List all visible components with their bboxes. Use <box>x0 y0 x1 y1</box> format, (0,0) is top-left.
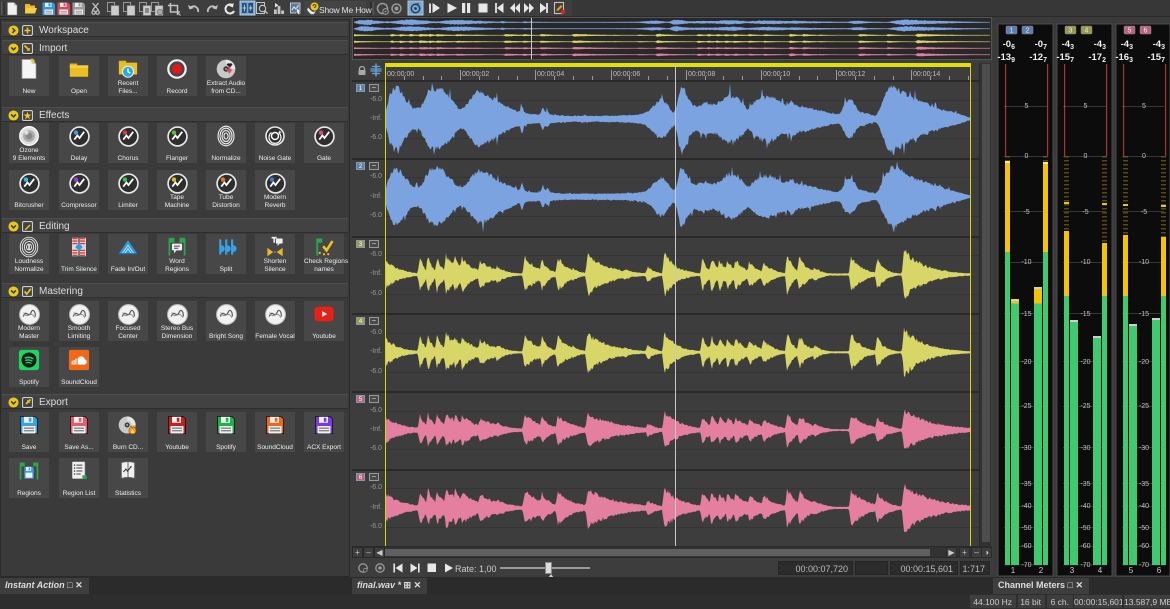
svg-text:-43: -43 <box>1153 39 1165 51</box>
svg-text:-20: -20 <box>1080 359 1090 366</box>
svg-text:5: 5 <box>1129 566 1134 575</box>
svg-text:-25: -25 <box>1080 403 1090 410</box>
svg-text:-5: -5 <box>1023 209 1029 216</box>
svg-text:-5: -5 <box>1141 209 1147 216</box>
svg-text:-35: -35 <box>1139 481 1149 488</box>
svg-text:-40: -40 <box>1080 503 1090 510</box>
svg-text:-25: -25 <box>1139 403 1149 410</box>
svg-text:-30: -30 <box>1139 445 1149 452</box>
svg-text:-60: -60 <box>1139 543 1149 550</box>
svg-text:6: 6 <box>1144 28 1148 35</box>
svg-text:-70: -70 <box>1080 562 1090 569</box>
svg-text:-10: -10 <box>1139 259 1149 266</box>
svg-text:5: 5 <box>1025 103 1029 110</box>
svg-text:0: 0 <box>1025 153 1029 160</box>
svg-text:6: 6 <box>1157 566 1162 575</box>
svg-text:1: 1 <box>1010 28 1014 35</box>
svg-text:-35: -35 <box>1021 481 1031 488</box>
svg-text:-60: -60 <box>1080 543 1090 550</box>
svg-text:-06: -06 <box>1003 39 1015 51</box>
svg-text:2: 2 <box>1039 566 1044 575</box>
svg-text:-15: -15 <box>1080 311 1090 318</box>
svg-text:-20: -20 <box>1021 359 1031 366</box>
svg-text:-172: -172 <box>1088 52 1106 64</box>
svg-text:3: 3 <box>1069 28 1073 35</box>
svg-text:5: 5 <box>1084 103 1088 110</box>
svg-text:5: 5 <box>1142 103 1146 110</box>
svg-text:1: 1 <box>1011 566 1016 575</box>
svg-text:-50: -50 <box>1080 525 1090 532</box>
svg-text:5: 5 <box>1128 28 1132 35</box>
svg-text:-70: -70 <box>1021 562 1031 569</box>
svg-text:-43: -43 <box>1062 39 1074 51</box>
svg-text:-40: -40 <box>1021 503 1031 510</box>
svg-text:-15: -15 <box>1021 311 1031 318</box>
svg-text:-25: -25 <box>1021 403 1031 410</box>
svg-text:-30: -30 <box>1021 445 1031 452</box>
svg-text:4: 4 <box>1098 566 1103 575</box>
svg-text:4: 4 <box>1085 28 1089 35</box>
svg-text:-10: -10 <box>1021 259 1031 266</box>
svg-text:-40: -40 <box>1139 503 1149 510</box>
svg-text:-10: -10 <box>1080 259 1090 266</box>
svg-text:-60: -60 <box>1021 543 1031 550</box>
svg-text:0: 0 <box>1142 153 1146 160</box>
svg-text:3: 3 <box>1070 566 1075 575</box>
svg-text:-157: -157 <box>1147 52 1165 64</box>
svg-text:-15: -15 <box>1139 311 1149 318</box>
svg-text:-50: -50 <box>1021 525 1031 532</box>
svg-text:-07: -07 <box>1035 39 1047 51</box>
svg-text:-20: -20 <box>1139 359 1149 366</box>
svg-text:-35: -35 <box>1080 481 1090 488</box>
svg-text:-157: -157 <box>1056 52 1074 64</box>
svg-text:0: 0 <box>1084 153 1088 160</box>
svg-text:-70: -70 <box>1139 562 1149 569</box>
svg-text:2: 2 <box>1026 28 1030 35</box>
svg-text:-50: -50 <box>1139 525 1149 532</box>
svg-text:-163: -163 <box>1115 52 1133 64</box>
svg-text:-30: -30 <box>1080 445 1090 452</box>
svg-text:-43: -43 <box>1121 39 1133 51</box>
svg-text:-139: -139 <box>997 52 1015 64</box>
svg-text:-5: -5 <box>1082 209 1088 216</box>
svg-text:-43: -43 <box>1094 39 1106 51</box>
svg-text:-127: -127 <box>1029 52 1047 64</box>
